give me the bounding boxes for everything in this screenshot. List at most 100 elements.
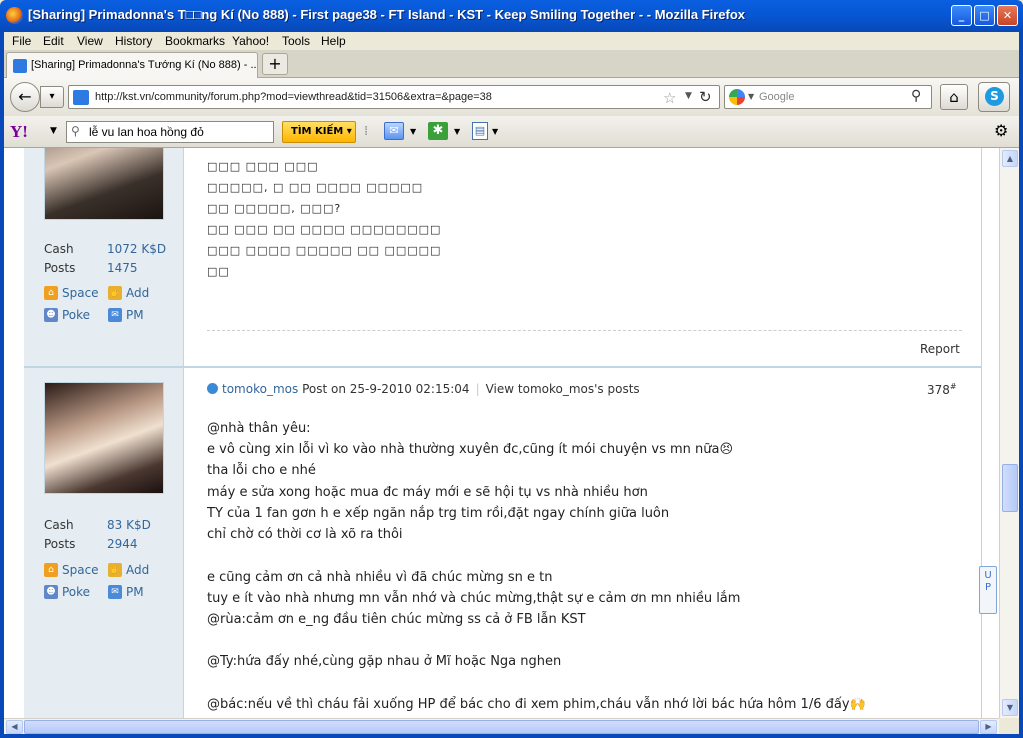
skype-icon: S	[985, 87, 1004, 106]
handshake-icon: ✋	[108, 286, 122, 300]
yahoo-search-value[interactable]: lễ vu lan hoa hồng đỏ	[89, 125, 204, 139]
post1-cash-value: 1072 K$D	[107, 242, 167, 256]
post2-add-link[interactable]: Add	[126, 563, 149, 577]
post2-line: @nhà thân yêu:	[207, 421, 311, 436]
minimize-button[interactable]: _	[951, 5, 972, 26]
gear-icon[interactable]: ⚙	[994, 121, 1008, 140]
yahoo-logo[interactable]: Y!	[10, 122, 28, 142]
maximize-button[interactable]: □	[974, 5, 995, 26]
post2-username[interactable]: tomoko_mos	[222, 382, 298, 396]
post2-avatar[interactable]	[44, 382, 164, 494]
content-right-border	[981, 148, 999, 718]
post1-add-link[interactable]: Add	[126, 286, 149, 300]
menu-edit[interactable]: Edit	[43, 34, 64, 48]
home-icon: ⌂	[44, 563, 58, 577]
poke-icon: ☻	[44, 585, 58, 599]
new-tab-button[interactable]: +	[262, 53, 288, 75]
post-floor-number[interactable]: 378#	[927, 382, 957, 397]
horizontal-scroll-thumb[interactable]	[24, 720, 979, 734]
window-titlebar: [Sharing] Primadonna's T□□ng Kí (No 888)…	[0, 0, 1023, 32]
tab-strip: [Sharing] Primadonna's Tướng Kí (No 888)…	[4, 50, 1019, 78]
history-dropdown-button[interactable]: ▾	[40, 86, 64, 108]
post1-avatar[interactable]	[44, 148, 164, 220]
floor-value: 378	[927, 383, 950, 397]
post2-line: e cũng cảm ơn cả nhà nhiều vì đã chúc mừ…	[207, 570, 553, 585]
close-button[interactable]: ✕	[997, 5, 1018, 26]
magnifier-icon[interactable]: ⚲	[911, 88, 921, 104]
url-dropdown-icon[interactable]: ▼	[685, 91, 692, 101]
menu-tools[interactable]: Tools	[282, 34, 310, 48]
menu-file[interactable]: File	[12, 34, 31, 48]
star-dropdown-icon[interactable]: ▼	[454, 127, 460, 136]
menu-bookmarks[interactable]: Bookmarks	[165, 34, 225, 48]
notepad-icon[interactable]: ▤	[472, 122, 488, 140]
reload-icon[interactable]: ↻	[699, 88, 712, 106]
url-bar[interactable]: http://kst.vn/community/forum.php?mod=vi…	[68, 85, 720, 109]
post1-author-panel: Cash 1072 K$D Posts 1475 ⌂ Space ✋ Add ☻…	[24, 148, 184, 366]
post2-line: @bác:nếu về thì cháu fải xuống HP để bác…	[207, 697, 866, 712]
window-title: [Sharing] Primadonna's T□□ng Kí (No 888)…	[28, 7, 746, 22]
search-engine-dropdown-icon[interactable]: ▼	[748, 92, 754, 101]
site-favicon-icon	[73, 90, 89, 105]
skype-button[interactable]: S	[978, 82, 1010, 112]
online-status-icon	[207, 383, 218, 394]
tab-active[interactable]: [Sharing] Primadonna's Tướng Kí (No 888)…	[6, 52, 258, 78]
post2-line: chỉ chờ có thời cơ là xõ ra thôi	[207, 527, 403, 542]
post2-line: tuy e ít vào nhà nhưng mn vẫn nhớ và chú…	[207, 591, 741, 606]
post2-space-link[interactable]: Space	[62, 563, 99, 577]
menu-yahoo[interactable]: Yahoo!	[232, 34, 269, 48]
yahoo-search-input[interactable]: ⚲ lễ vu lan hoa hồng đỏ	[66, 121, 274, 143]
scroll-left-arrow-icon[interactable]: ◀	[6, 720, 23, 734]
search-placeholder[interactable]: Google	[759, 91, 794, 103]
home-button[interactable]: ⌂	[940, 84, 968, 110]
view-posts-link[interactable]: View tomoko_mos's posts	[486, 382, 640, 396]
back-button[interactable]: ←	[10, 82, 40, 112]
poke-icon: ☻	[44, 308, 58, 322]
post2-line: @Ty:hứa đấy nhé,cùng gặp nhau ở Mĩ hoặc …	[207, 654, 562, 669]
star-icon[interactable]: ✱	[428, 122, 448, 140]
mail-dropdown-icon[interactable]: ▼	[410, 127, 416, 136]
post2-posts-label: Posts	[44, 537, 76, 551]
meta-separator: |	[475, 382, 480, 396]
mail-icon[interactable]: ✉	[384, 122, 404, 140]
scroll-up-arrow-icon[interactable]: ▲	[1002, 150, 1018, 167]
vertical-scrollbar[interactable]: ▲ ▼	[999, 148, 1019, 718]
post2-posts-value[interactable]: 2944	[107, 537, 138, 551]
yahoo-search-button[interactable]: TÌM KIẾM ▾	[282, 121, 356, 143]
window-frame-right	[1019, 32, 1023, 738]
site-favicon-icon	[13, 59, 27, 73]
post2-poke-link[interactable]: Poke	[62, 585, 90, 599]
post1-pm-link[interactable]: PM	[126, 308, 144, 322]
tab-label: [Sharing] Primadonna's Tướng Kí (No 888)…	[31, 59, 258, 71]
menu-view[interactable]: View	[77, 34, 103, 48]
post2-line: TY của 1 fan gơn h e xếp ngăn nắp trg ti…	[207, 506, 670, 521]
window-frame-bottom	[0, 734, 1023, 738]
post2-author-panel: Cash 83 K$D Posts 2944 ⌂ Space ✋ Add ☻ P…	[24, 368, 184, 718]
post1-poke-link[interactable]: Poke	[62, 308, 90, 322]
home-icon: ⌂	[44, 286, 58, 300]
post2-line: e vô cùng xin lỗi vì ko vào nhà thường x…	[207, 442, 734, 457]
menu-help[interactable]: Help	[321, 34, 346, 48]
post2-pm-link[interactable]: PM	[126, 585, 144, 599]
post1-cash-label: Cash	[44, 242, 74, 256]
post2-meta: tomoko_mos Post on 25-9-2010 02:15:04 | Vi…	[207, 382, 640, 396]
post1-space-link[interactable]: Space	[62, 286, 99, 300]
post2-cash-value: 83 K$D	[107, 518, 151, 532]
post2-line: @rùa:cảm ơn e_ng đầu tiên chúc mừng ss c…	[207, 612, 586, 627]
horizontal-scrollbar[interactable]: ◀ ▶	[4, 718, 999, 734]
notepad-dropdown-icon[interactable]: ▼	[492, 127, 498, 136]
scroll-up-button[interactable]: U P	[979, 566, 997, 614]
post1-posts-value[interactable]: 1475	[107, 261, 138, 275]
post2-date: Post on 25-9-2010 02:15:04	[302, 382, 470, 396]
google-icon[interactable]	[729, 89, 745, 105]
scroll-right-arrow-icon[interactable]: ▶	[980, 720, 997, 734]
vertical-scroll-thumb[interactable]	[1002, 464, 1018, 512]
menu-history[interactable]: History	[115, 34, 152, 48]
bookmark-star-icon[interactable]: ☆	[663, 89, 676, 107]
scroll-down-arrow-icon[interactable]: ▼	[1002, 699, 1018, 716]
post2-line: tha lỗi cho e nhé	[207, 463, 316, 478]
yahoo-menu-dropdown-icon[interactable]: ▼	[50, 126, 57, 136]
url-text[interactable]: http://kst.vn/community/forum.php?mod=vi…	[95, 91, 492, 103]
navigation-bar: ← ▾ http://kst.vn/community/forum.php?mo…	[4, 78, 1019, 116]
search-box[interactable]: ▼ Google ⚲	[724, 85, 932, 109]
